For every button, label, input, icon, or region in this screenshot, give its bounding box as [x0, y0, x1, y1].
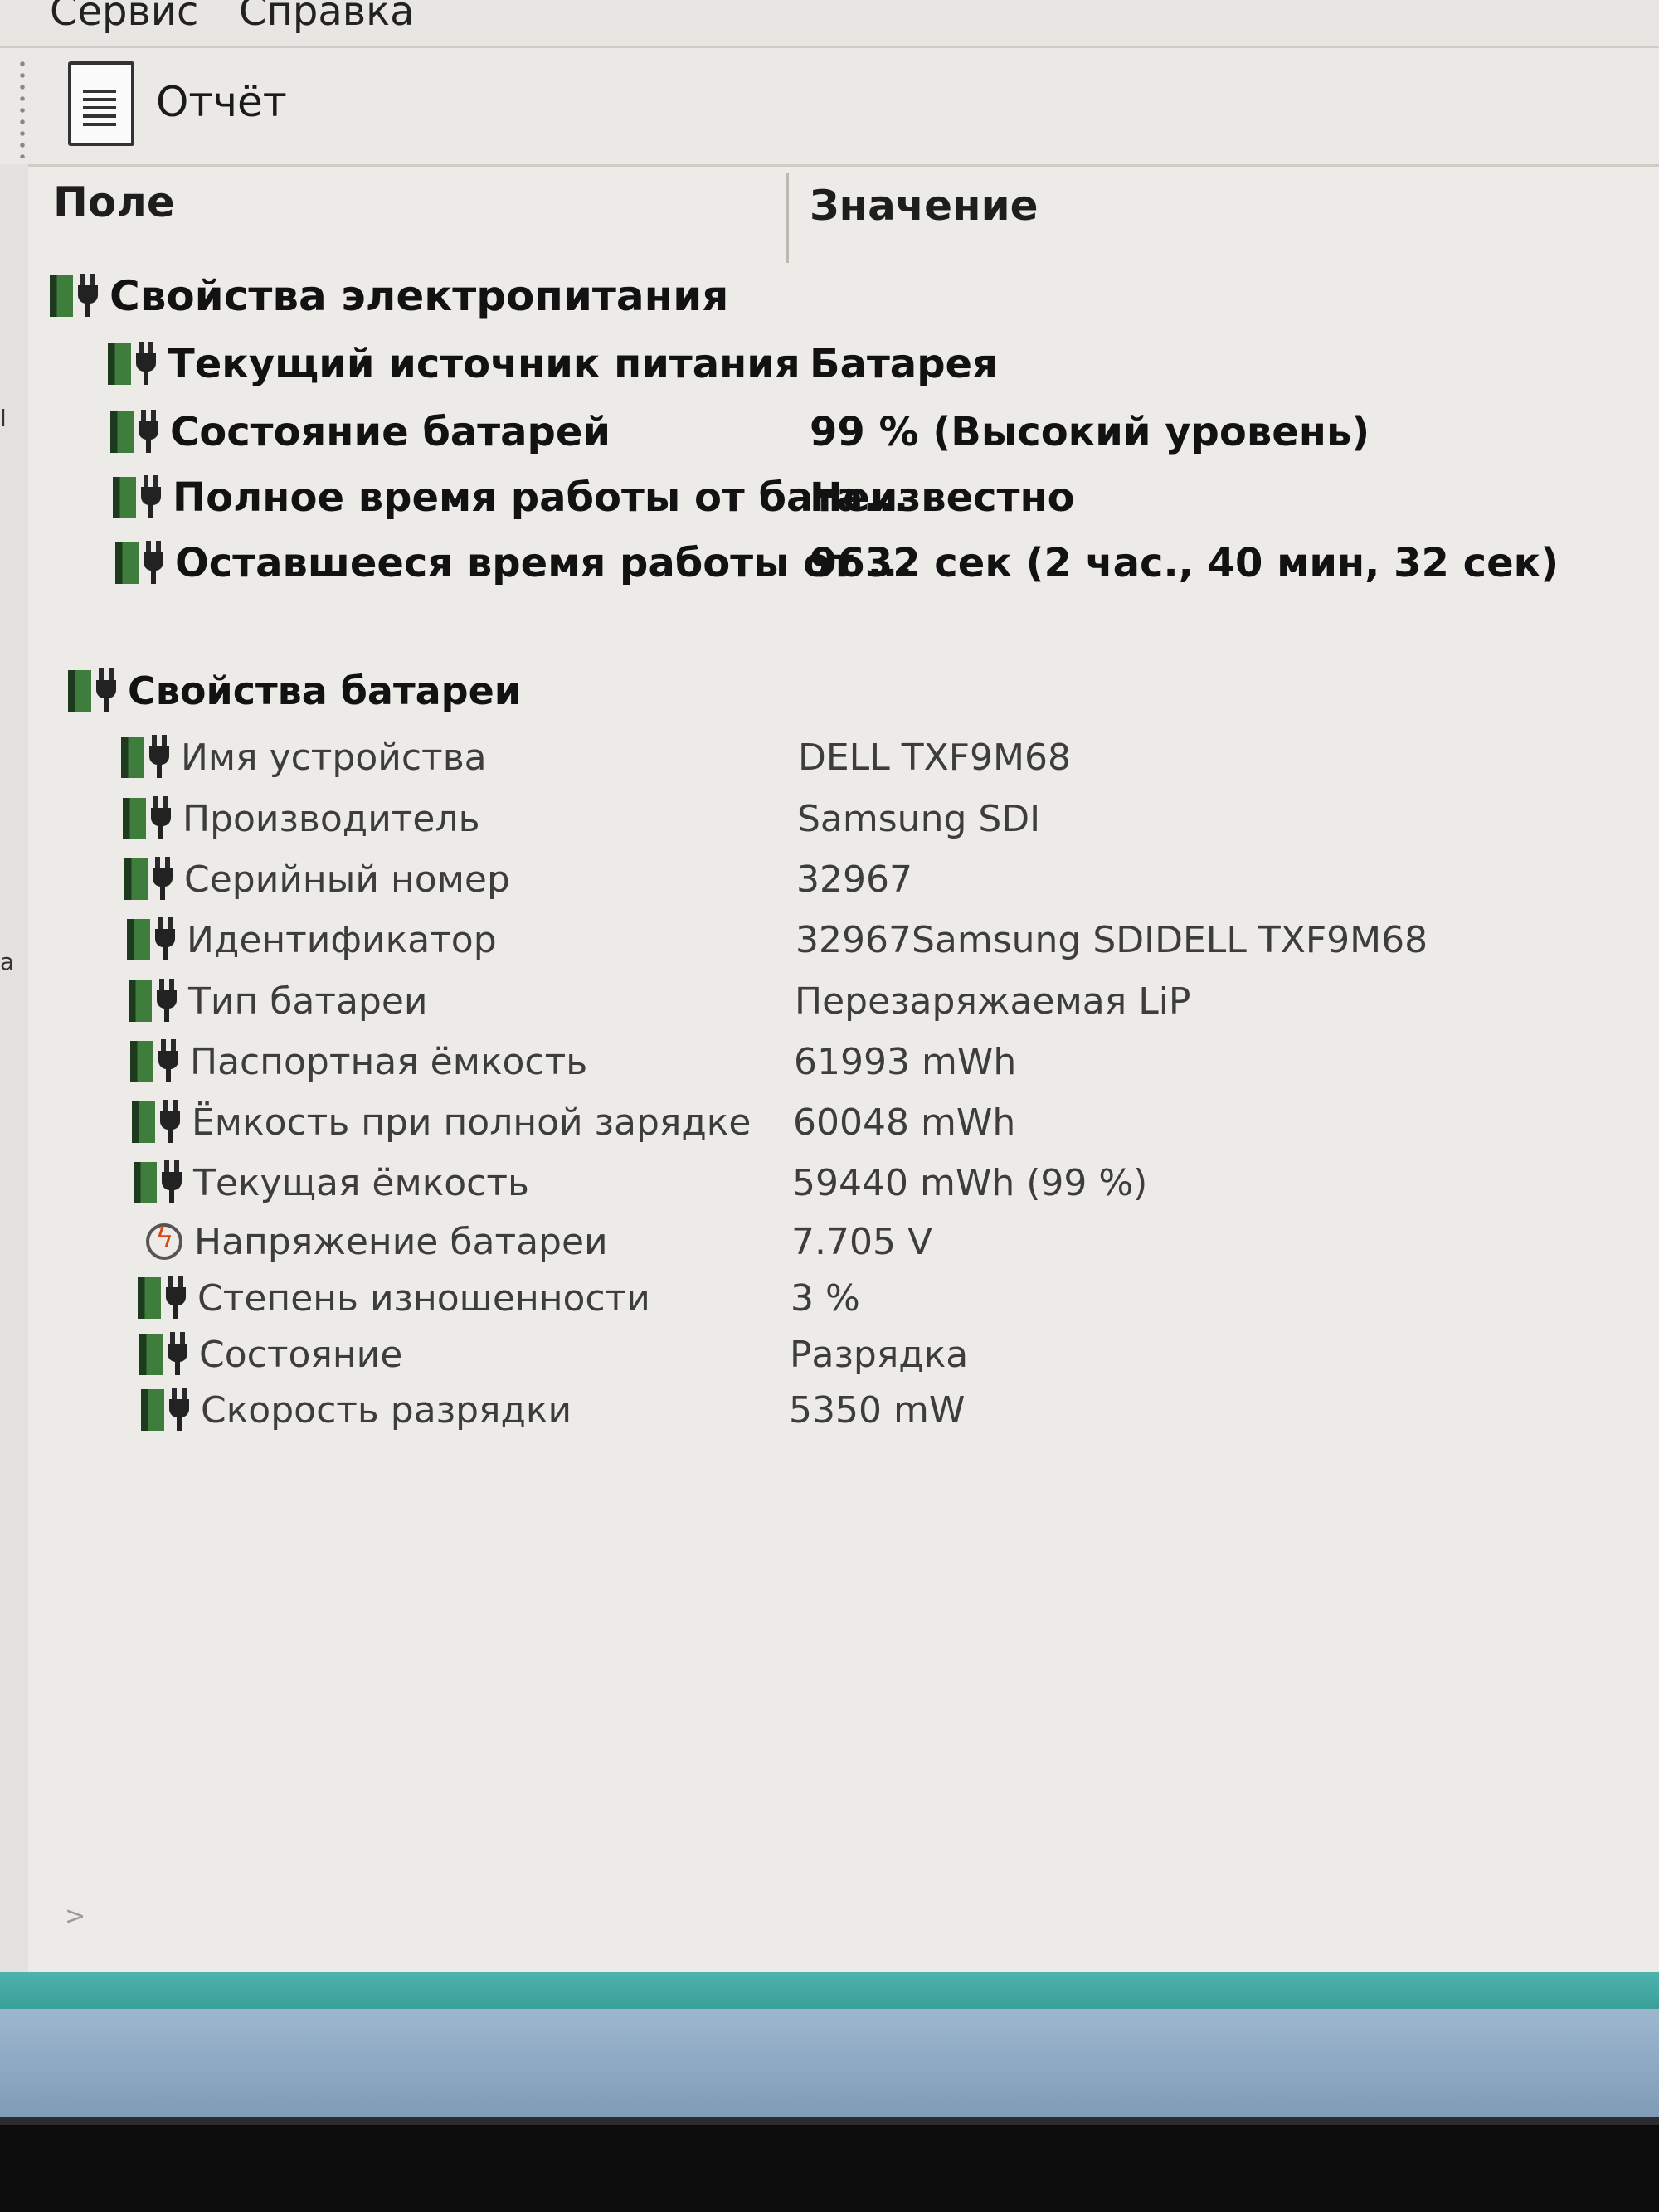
table-row[interactable]: Текущий источник питания Батарея [28, 334, 1659, 394]
group-header-row[interactable]: Свойства электропитания [28, 266, 1659, 326]
toolbar-grip[interactable] [18, 58, 27, 158]
strip-mark: l [0, 405, 7, 432]
table-row[interactable]: Имя устройства DELL TXF9M68 [28, 727, 1659, 787]
table-row[interactable]: Скорость разрядки 5350 mW [28, 1380, 1659, 1440]
battery-plug-icon [130, 1038, 188, 1086]
battery-plug-icon [124, 855, 182, 903]
field-value: 7.705 V [791, 1220, 933, 1263]
battery-plug-icon [134, 1159, 192, 1207]
group-header-row[interactable]: Свойства батареи [28, 661, 1659, 721]
table-row[interactable]: Состояние батарей 99 % (Высокий уровень) [28, 402, 1659, 462]
field-label: Тип батареи [188, 980, 428, 1023]
table-row[interactable]: Напряжение батареи 7.705 V [28, 1212, 1659, 1271]
menu-bar: Сервис Справка [0, 0, 1659, 48]
field-value: 59440 mWh (99 %) [792, 1161, 1148, 1204]
field-label: Ёмкость при полной зарядке [192, 1101, 752, 1144]
field-label: Состояние батарей [170, 409, 611, 455]
field-value: DELL TXF9M68 [798, 736, 1071, 779]
table-row[interactable]: Степень изношенности 3 % [28, 1268, 1659, 1328]
field-value: 9632 сек (2 час., 40 мин, 32 сек) [810, 540, 1559, 586]
field-value: Батарея [810, 341, 998, 387]
column-header-field[interactable]: Поле [53, 178, 175, 226]
strip-mark: a [0, 948, 15, 975]
field-label: Текущий источник питания [168, 341, 800, 387]
screen-bezel [0, 2117, 1659, 2212]
taskbar [0, 2009, 1659, 2117]
field-label: Текущая ёмкость [193, 1161, 529, 1204]
table-row[interactable]: Производитель Samsung SDI [28, 789, 1659, 848]
battery-plug-icon [115, 539, 173, 587]
field-value: 3 % [791, 1276, 860, 1320]
battery-plug-icon [123, 795, 181, 843]
field-label: Серийный номер [184, 858, 510, 901]
field-value: Разрядка [790, 1333, 969, 1376]
table-row[interactable]: Состояние Разрядка [28, 1325, 1659, 1384]
field-label: Скорость разрядки [201, 1388, 572, 1432]
taskbar-accent [0, 1972, 1659, 2009]
battery-plug-icon [138, 1274, 196, 1322]
menu-service[interactable]: Сервис [50, 0, 198, 35]
field-value: Samsung SDI [797, 797, 1041, 840]
table-row[interactable]: Паспортная ёмкость 61993 mWh [28, 1032, 1659, 1091]
table-row[interactable]: Ёмкость при полной зарядке 60048 mWh [28, 1092, 1659, 1152]
battery-plug-icon [110, 408, 168, 456]
battery-plug-icon [108, 340, 166, 388]
group-title: Свойства батареи [128, 668, 522, 713]
scroll-arrow-icon[interactable]: > [65, 1902, 85, 1931]
battery-plug-icon [121, 733, 179, 781]
column-separator[interactable] [786, 173, 789, 263]
field-value: 61993 mWh [794, 1040, 1017, 1083]
field-label: Имя устройства [181, 736, 487, 779]
field-value: 60048 mWh [793, 1101, 1016, 1144]
table-row[interactable]: Оставшееся время работы от ... 9632 сек (… [28, 533, 1659, 593]
field-label: Напряжение батареи [194, 1220, 608, 1263]
table-row[interactable]: Идентификатор 32967Samsung SDIDELL TXF9M6… [28, 910, 1659, 970]
field-value: Неизвестно [810, 474, 1075, 521]
battery-plug-icon [68, 667, 126, 715]
field-value: 32967Samsung SDIDELL TXF9M68 [795, 918, 1428, 961]
table-row[interactable]: Полное время работы от бата... Неизвестно [28, 468, 1659, 527]
battery-plug-icon [127, 916, 185, 964]
battery-plug-icon [141, 1386, 199, 1434]
battery-plug-icon [132, 1098, 190, 1146]
toolbar: Отчёт [0, 48, 1659, 164]
field-label: Идентификатор [187, 918, 497, 961]
report-document-icon[interactable] [68, 61, 134, 146]
report-panel: Поле Значение Свойства электропитания Тек… [28, 164, 1659, 1975]
field-value: 5350 mW [789, 1388, 966, 1432]
battery-plug-icon [113, 474, 171, 522]
menu-help[interactable]: Справка [239, 0, 414, 35]
field-label: Полное время работы от бата... [173, 474, 909, 521]
left-side-strip: l a [0, 164, 30, 1972]
field-label: Состояние [199, 1333, 403, 1376]
field-label: Производитель [182, 797, 480, 840]
field-label: Паспортная ёмкость [190, 1040, 588, 1083]
field-label: Оставшееся время работы от ... [175, 540, 913, 586]
battery-plug-icon [50, 272, 108, 320]
group-title: Свойства электропитания [109, 272, 729, 320]
bezel-edge [0, 2117, 1659, 2125]
table-row[interactable]: Тип батареи Перезаряжаемая LiP [28, 971, 1659, 1031]
battery-plug-icon [139, 1330, 197, 1378]
field-value: 99 % (Высокий уровень) [810, 409, 1370, 455]
voltage-icon [146, 1222, 182, 1260]
field-value: Перезаряжаемая LiP [795, 980, 1191, 1023]
column-header-value[interactable]: Значение [810, 182, 1039, 230]
field-value: 32967 [796, 858, 912, 901]
table-row[interactable]: Текущая ёмкость 59440 mWh (99 %) [28, 1153, 1659, 1213]
field-label: Степень изношенности [197, 1276, 650, 1320]
report-button-label[interactable]: Отчёт [156, 78, 287, 126]
battery-plug-icon [129, 977, 187, 1025]
table-row[interactable]: Серийный номер 32967 [28, 849, 1659, 909]
